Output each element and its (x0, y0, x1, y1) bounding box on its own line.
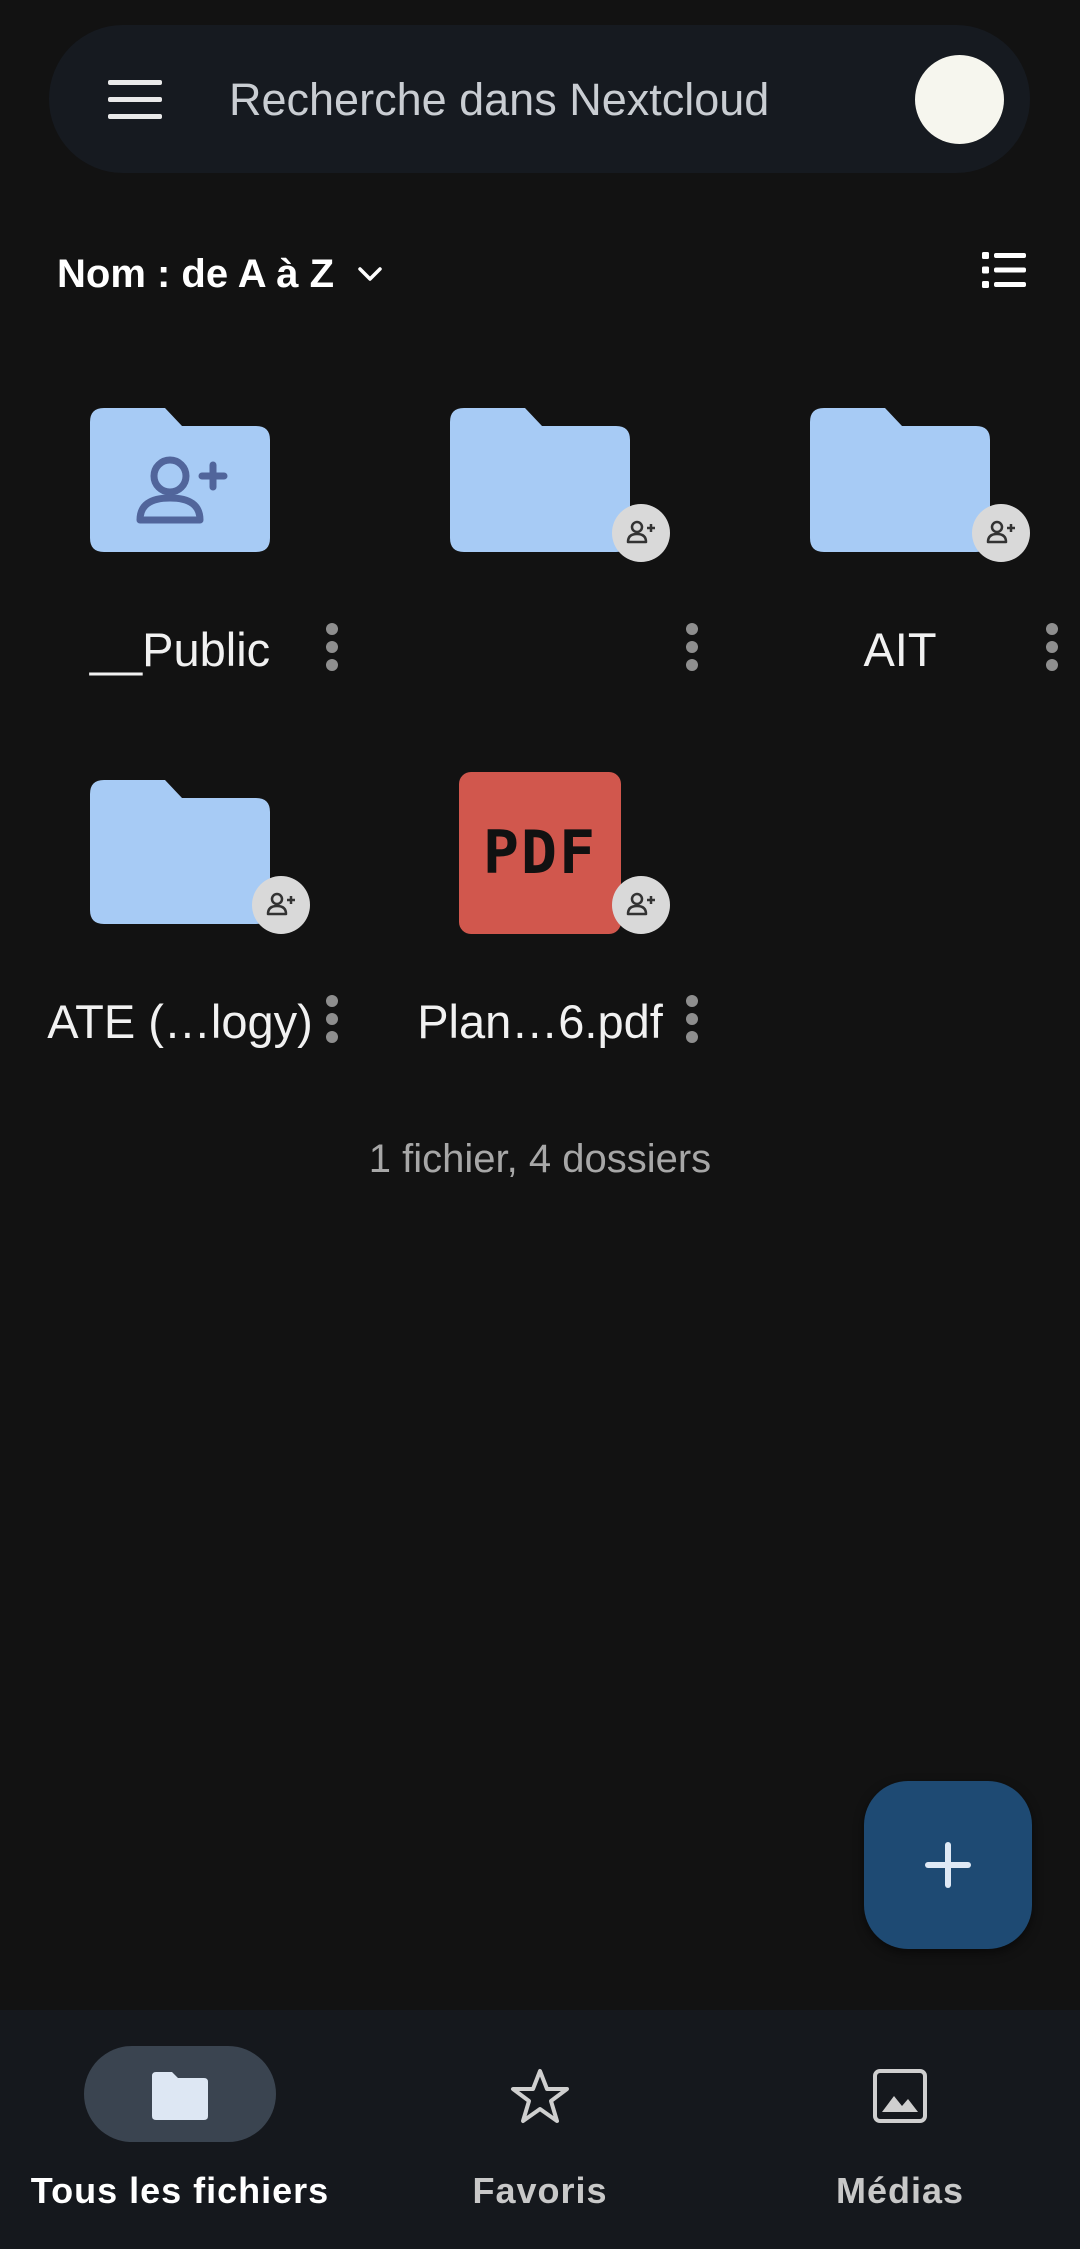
add-button[interactable] (864, 1781, 1032, 1949)
more-options-icon[interactable] (677, 989, 707, 1049)
sort-label: Nom : de A à Z (57, 251, 335, 296)
item-name: AIT (863, 623, 937, 676)
search-input[interactable]: Recherche dans Nextcloud (229, 70, 769, 130)
folder-summary: 1 fichier, 4 dossiers (368, 1137, 712, 1181)
pdf-thumbnail: PDF (459, 772, 621, 934)
folder-icon (450, 408, 630, 552)
item-name: Plan…6.pdf (417, 995, 663, 1048)
more-options-icon[interactable] (317, 617, 347, 677)
nav-favorites[interactable]: Favoris (360, 2010, 720, 2249)
item-name: ATE (…logy) (47, 995, 313, 1048)
more-options-icon[interactable] (317, 989, 347, 1049)
image-icon (873, 2069, 927, 2123)
share-badge (972, 504, 1030, 562)
avatar[interactable] (915, 55, 1004, 144)
chevron-down-icon (358, 267, 382, 281)
add-person-icon (626, 892, 655, 916)
list-view-icon[interactable] (980, 250, 1028, 290)
item-name: __Public (89, 623, 271, 676)
menu-icon[interactable] (104, 80, 166, 120)
file-item[interactable]: AIT (720, 400, 1060, 730)
share-badge (612, 504, 670, 562)
bottom-navigation: Tous les fichiers Favoris Médias (0, 2010, 1080, 2249)
sort-dropdown[interactable]: Nom : de A à Z (57, 244, 386, 304)
nav-all-files-label: Tous les fichiers (30, 2170, 330, 2211)
nav-all-files[interactable]: Tous les fichiers (0, 2010, 360, 2249)
more-options-icon[interactable] (1037, 617, 1067, 677)
share-badge (252, 876, 310, 934)
file-item[interactable]: __Public (0, 400, 340, 730)
folder-icon (810, 408, 990, 552)
pdf-thumb-label: PDF (482, 818, 598, 888)
shared-folder-icon (90, 408, 270, 552)
folder-icon (152, 2072, 208, 2120)
file-item[interactable] (360, 400, 700, 730)
more-options-icon[interactable] (677, 617, 707, 677)
nav-favorites-label: Favoris (472, 2170, 608, 2211)
add-person-icon (266, 892, 295, 916)
nav-media-label: Médias (835, 2170, 965, 2211)
plus-icon (925, 1842, 971, 1888)
share-badge (612, 876, 670, 934)
file-item[interactable]: PDF Plan…6.pdf (360, 772, 700, 1102)
nav-media[interactable]: Médias (720, 2010, 1080, 2249)
files-screen: Recherche dans Nextcloud Nom : de A à Z … (0, 0, 1080, 2249)
folder-icon (90, 780, 270, 924)
add-person-icon (626, 520, 655, 544)
file-item[interactable]: ATE (…logy) (0, 772, 340, 1102)
add-person-icon (986, 520, 1015, 544)
star-icon (511, 2069, 569, 2123)
